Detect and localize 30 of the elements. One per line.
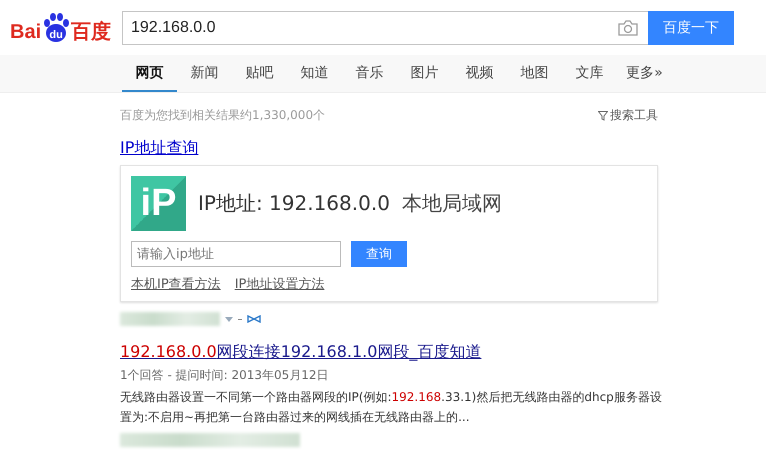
nav-tab[interactable]: 音乐 — [342, 55, 397, 92]
ip-headline: IP地址: 192.168.0.0 — [198, 190, 390, 217]
filter-icon[interactable] — [598, 110, 608, 120]
help-link[interactable]: 本机IP查看方法 — [131, 275, 221, 293]
nav-tab[interactable]: 知道 — [287, 55, 342, 92]
baidu-logo[interactable]: Bai du 百度 — [10, 12, 122, 42]
result-meta: 1个回答 - 提问时间: 2013年05月12日 — [120, 367, 330, 384]
dropdown-icon[interactable] — [225, 316, 233, 322]
nav-tab[interactable]: 更多» — [617, 55, 672, 92]
separator — [238, 318, 242, 320]
ip-logo: iP — [131, 176, 186, 231]
nav-tab[interactable]: 地图 — [507, 55, 562, 92]
result-snippet: 无线路由器设置一不同第一个路由器网段的IP(例如:192.168.33.1)然后把无线路由器的dhcp服务器设置为:不启用~再把第一台路由器过来的网线插在无线路由器上的... — [120, 389, 663, 426]
ip-region: 本地局域网 — [402, 190, 502, 217]
nav-tab[interactable]: 网页 — [122, 55, 177, 92]
nav-tab[interactable]: 视频 — [452, 55, 507, 92]
nav-tab[interactable]: 文库 — [562, 55, 617, 92]
search-field[interactable]: 192.168.0.0 — [122, 10, 648, 44]
help-link[interactable]: IP地址设置方法 — [234, 275, 324, 293]
search-tools-link[interactable]: 搜索工具 — [610, 107, 658, 124]
camera-icon[interactable] — [618, 20, 638, 36]
result-count: 百度为您找到相关结果约1,330,000个 — [120, 107, 326, 124]
search-button[interactable]: 百度一下 — [648, 10, 734, 44]
nav-tab[interactable]: 图片 — [397, 55, 452, 92]
ip-input-field[interactable]: 请输入ip地址 — [131, 241, 341, 267]
result-title-link[interactable]: IP地址查询 — [120, 138, 198, 159]
nav-tab[interactable]: 新闻 — [177, 55, 232, 92]
nav-tab[interactable]: 贴吧 — [232, 55, 287, 92]
query-button[interactable]: 查询 — [351, 241, 407, 267]
bow-icon — [247, 315, 261, 323]
